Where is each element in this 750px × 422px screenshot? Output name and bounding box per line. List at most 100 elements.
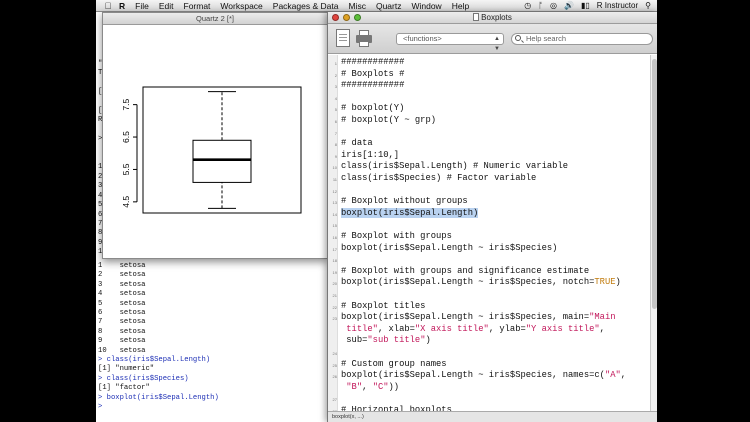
console-line: 9 setosa [98,337,146,346]
code-line[interactable]: boxplot(iris$Sepal.Length ~ iris$Species… [341,277,621,289]
line-number: 22 [332,304,337,310]
code-line[interactable]: boxplot(iris$Sepal.Length) [341,207,479,220]
volume-icon[interactable]: 🔊 [564,1,574,10]
code-token: class(iris$Species) # Factor variable [341,173,537,183]
menu-quartz[interactable]: Quartz [376,1,402,11]
code-line[interactable]: title", xlab="X axis title", ylab="Y axi… [341,324,605,336]
line-number: 16 [332,235,337,240]
console-line: > [98,403,103,412]
code-line[interactable]: # Boxplot without groups [341,196,468,208]
code-token: # Boxplot without groups [341,196,468,207]
line-number: 17 [332,246,337,252]
code-line[interactable]: boxplot(iris$Sepal.Length ~ iris$Species… [341,243,557,255]
code-line[interactable]: # Boxplot with groups and significance e… [341,266,589,278]
quartz-plot-window[interactable]: Quartz 2 [*] 4.5 5.5 6.5 7.5 [102,12,328,259]
wifi-icon[interactable]: ◎ [550,1,557,10]
code-token: TRUE [594,277,616,288]
code-line[interactable]: class(iris$Species) # Factor variable [341,173,536,185]
code-token: , xlab= [377,323,415,334]
line-number: 8 [334,142,337,148]
code-line[interactable]: # Boxplot with groups [341,231,452,243]
menu-edit[interactable]: Edit [159,1,174,11]
code-token: "C" [372,381,389,392]
menu-window[interactable]: Window [411,1,441,11]
console-output[interactable]: 1 setosa 2 setosa 3 setosa 4 setosa 5 setosa… [98,262,219,413]
code-line[interactable]: ############ [341,80,404,92]
time-machine-icon[interactable]: ◷ [524,1,531,10]
code-line[interactable]: "B", "C")) [341,382,399,394]
apple-icon[interactable]:  [101,1,115,11]
menu-format[interactable]: Format [184,1,211,11]
code-line[interactable]: ############ [341,57,404,69]
line-number-gutter: 1 2 3 4 5 6 7 8 9 10 11 12 13 14 15 16 17 18 19 20 21 22 23 24 2… [328,55,338,411]
code-editor[interactable]: 1 2 3 4 5 6 7 8 9 10 11 12 13 14 15 16 17 18 19 20 21 22 23 24 2… [328,55,650,411]
line-number: 9 [334,153,337,159]
zoom-button[interactable] [354,14,361,21]
editor-title: Boxplots [481,13,512,22]
editor-toolbar: <functions> ▲ ▼ Help search [328,24,657,54]
code-line[interactable]: # boxplot(Y) [341,103,404,115]
code-line[interactable]: sub="sub title") [341,335,431,347]
app-menu[interactable]: R [119,1,125,11]
code-line[interactable]: boxplot(iris$Sepal.Length ~ iris$Species… [341,370,626,382]
line-number: 7 [334,130,337,136]
print-icon[interactable] [356,29,372,47]
line-number: 27 [332,397,337,403]
line-number: 14 [332,211,337,217]
code-token: # Boxplots # [341,68,405,79]
search-icon [515,35,521,41]
console-line: 6 setosa [98,309,146,318]
vertical-scrollbar[interactable] [650,55,657,411]
code-token: "B" [346,381,363,392]
code-line[interactable]: # Custom group names [341,359,447,371]
code-token: sub= [341,335,368,346]
line-number: 26 [332,374,337,380]
script-editor-window: Boxplots <functions> ▲ ▼ Help search 1234… [327,12,657,422]
functions-dropdown-value: <functions> [403,34,442,43]
console-line: 4 setosa [98,290,146,299]
code-token: title" [341,323,378,334]
status-bar: boxplot(x, ...) [328,411,657,422]
console-line: 1 setosa [98,262,146,270]
menu-packages-data[interactable]: Packages & Data [273,1,339,11]
line-number: 10 [332,165,337,171]
help-search-input[interactable]: Help search [511,33,653,45]
console-line: 5 setosa [98,299,146,308]
code-token: ) [425,335,431,346]
menu-bar:  R File Edit Format Workspace Packages … [96,0,657,12]
line-number: 12 [332,188,337,194]
code-line[interactable]: iris[1:10,] [341,150,399,162]
bluetooth-icon[interactable]: ᚩ [538,1,543,10]
code-line[interactable]: class(iris$Sepal.Length) # Numeric varia… [341,161,568,173]
close-button[interactable] [332,14,339,21]
code-token: # boxplot(Y) [341,103,405,114]
user-menu[interactable]: R Instructor [597,1,638,10]
spotlight-icon[interactable]: ⚲ [645,1,651,10]
functions-dropdown[interactable]: <functions> ▲ ▼ [396,33,504,52]
scrollbar-thumb[interactable] [652,59,657,309]
document-icon[interactable] [336,29,350,47]
code-line[interactable]: # Boxplot titles [341,301,425,313]
menu-file[interactable]: File [135,1,149,11]
code-token: "Y axis title" [525,323,600,334]
menu-help[interactable]: Help [452,1,469,11]
code-line[interactable]: # Boxplots # [341,69,404,81]
minimize-button[interactable] [343,14,350,21]
line-number: 19 [332,269,337,275]
code-line[interactable]: # data [341,138,373,150]
code-token: boxplot(iris$Sepal.Length ~ iris$Species… [341,242,558,253]
code-line[interactable]: # boxplot(Y ~ grp) [341,115,436,127]
menu-workspace[interactable]: Workspace [220,1,262,11]
code-line[interactable]: boxplot(iris$Sepal.Length ~ iris$Species… [341,312,616,324]
code-token: )) [388,381,400,392]
console-line: 2 setosa [98,271,146,280]
code-token: # Boxplot titles [341,300,426,311]
console-line: > class(iris$Species) [98,374,189,383]
battery-icon[interactable]: ▮▯ [581,1,590,10]
y-tick-label: 6.5 [121,131,131,143]
desktop-stage:  R File Edit Format Workspace Packages … [96,0,657,422]
line-number: 20 [332,281,337,287]
line-number: 2 [334,72,337,78]
menu-misc[interactable]: Misc [348,1,365,11]
line-number: 11 [332,177,337,182]
